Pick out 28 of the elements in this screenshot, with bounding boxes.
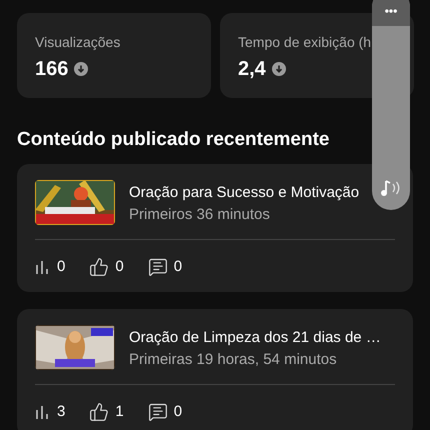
stat-card[interactable]: Visualizações 166 xyxy=(17,13,211,98)
stat-label: Tempo de exibição (h xyxy=(238,33,372,51)
video-card[interactable]: Oração para Sucesso e Motivação Primeiros 36 minutos 0 0 0 xyxy=(17,164,413,292)
menu-button[interactable]: ••• xyxy=(372,0,410,26)
video-title: Oração para Sucesso e Motivação xyxy=(129,183,360,203)
thumbs-up-icon xyxy=(89,402,110,422)
video-title: Oração de Limpeza dos 21 dias de … xyxy=(129,328,381,348)
stat-label: Visualizações xyxy=(35,33,122,51)
comment-icon xyxy=(148,257,168,277)
stat-value: 166 xyxy=(35,57,68,81)
likes-count: 1 xyxy=(115,402,124,422)
views-count: 3 xyxy=(57,402,66,422)
floating-menu[interactable]: ••• xyxy=(372,0,410,210)
thumbs-up-icon xyxy=(89,257,110,277)
video-card[interactable]: Oração de Limpeza dos 21 dias de … Primeiras 19 horas, 54 minutos 3 1 0 xyxy=(17,309,413,430)
video-subtitle: Primeiras 19 horas, 54 minutos xyxy=(129,350,338,370)
views-count: 0 xyxy=(57,256,66,277)
video-subtitle: Primeiros 36 minutos xyxy=(129,205,271,225)
comments-count: 0 xyxy=(174,256,182,277)
comments-count: 0 xyxy=(174,402,182,422)
arrow-down-circle-icon xyxy=(272,62,286,76)
likes-count: 0 xyxy=(115,256,124,277)
comment-icon xyxy=(148,402,168,422)
bar-chart-icon xyxy=(35,404,51,420)
section-title: Conteúdo publicado recentemente xyxy=(16,128,330,152)
arrow-down-circle-icon xyxy=(74,62,88,76)
bar-chart-icon xyxy=(35,259,51,275)
stat-value: 2,4 xyxy=(238,57,266,81)
